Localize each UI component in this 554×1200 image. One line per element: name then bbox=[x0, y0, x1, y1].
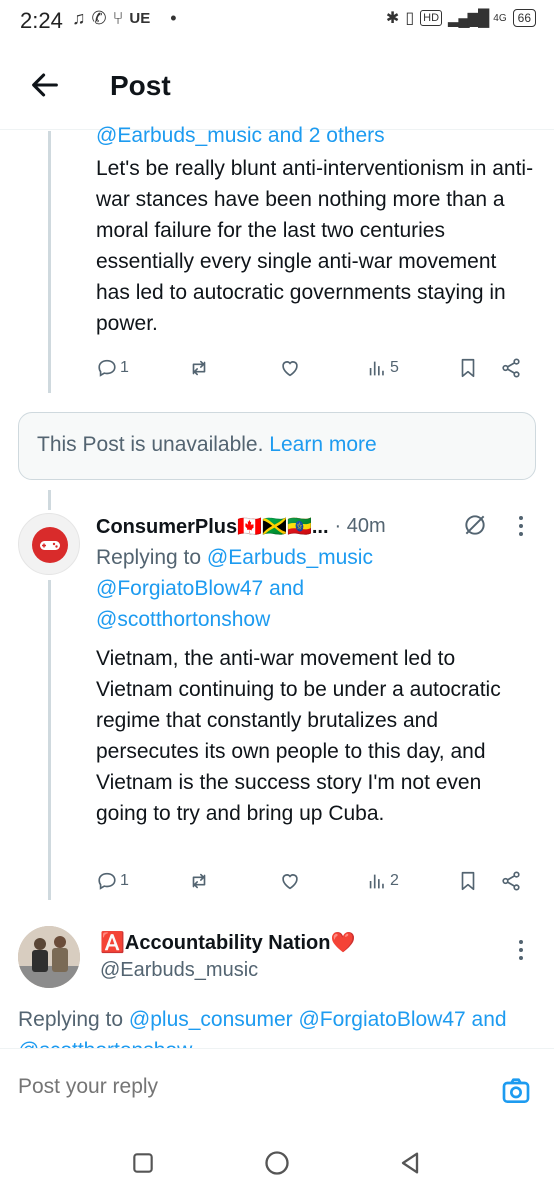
gamepad-icon bbox=[32, 527, 68, 563]
post-2-actions: 1 2 bbox=[96, 868, 526, 894]
reply-count: 1 bbox=[120, 359, 129, 376]
music-icon: ♫ bbox=[72, 8, 86, 28]
reply-count: 1 bbox=[120, 872, 129, 889]
bookmark-button[interactable] bbox=[457, 357, 479, 379]
share-icon bbox=[502, 358, 520, 378]
bookmark-button[interactable] bbox=[457, 870, 479, 892]
share-button[interactable] bbox=[500, 357, 522, 379]
status-time: 2:24 bbox=[20, 8, 63, 33]
repost-icon bbox=[192, 873, 206, 889]
repost-button[interactable] bbox=[188, 357, 210, 379]
author-handle[interactable]: @Earbuds_music bbox=[100, 956, 520, 984]
bookmark-icon bbox=[461, 358, 475, 378]
post-3: 🅰️Accountability Nation❤️ @Earbuds_music bbox=[100, 930, 520, 984]
reply-icon bbox=[98, 359, 116, 377]
avatar[interactable] bbox=[18, 513, 80, 575]
views-count: 5 bbox=[390, 359, 399, 376]
unavailable-text: This Post is unavailable. bbox=[37, 433, 270, 456]
views-icon bbox=[369, 361, 384, 376]
author-name[interactable]: 🅰️Accountability Nation❤️ bbox=[100, 930, 520, 956]
views-button[interactable]: 2 bbox=[366, 870, 399, 892]
post-1: @Earbuds_music and 2 others Let's be rea… bbox=[96, 122, 536, 339]
like-icon bbox=[282, 361, 298, 377]
reply-button[interactable]: 1 bbox=[96, 357, 129, 379]
recent-apps-icon[interactable] bbox=[130, 1150, 156, 1176]
status-system-icons: ✱ ▯ HD ▂▄▆█ 4G 66 bbox=[386, 8, 536, 28]
more-icon[interactable] bbox=[517, 514, 525, 538]
reply-icon bbox=[98, 872, 116, 890]
carrier-label: UE bbox=[129, 10, 151, 27]
post-1-actions: 1 5 bbox=[96, 355, 526, 381]
views-button[interactable]: 5 bbox=[366, 357, 399, 379]
repost-icon bbox=[192, 360, 206, 376]
learn-more-link[interactable]: Learn more bbox=[269, 433, 376, 456]
post-time: · 40m bbox=[334, 514, 386, 537]
post-1-text: Let's be really blunt anti-interventioni… bbox=[96, 157, 534, 335]
status-dot: • bbox=[170, 8, 177, 28]
post-1-mentions[interactable]: @Earbuds_music and 2 others bbox=[96, 122, 536, 150]
avatar[interactable] bbox=[18, 926, 80, 988]
more-icon[interactable] bbox=[517, 938, 525, 962]
like-button[interactable] bbox=[279, 357, 301, 379]
post-2: ConsumerPlus🇨🇦🇯🇲🇪🇹... · 40m Replying to … bbox=[96, 512, 536, 829]
system-nav-bar bbox=[0, 1132, 554, 1200]
status-notification-icons: ♫ ✆ ⑂ UE • bbox=[72, 8, 177, 29]
replying-to-prefix: Replying to bbox=[18, 1008, 129, 1031]
signal-icon: ▂▄▆█ bbox=[448, 10, 489, 27]
battery-icon: 66 bbox=[512, 9, 536, 27]
chair-icon: ⑂ bbox=[112, 8, 124, 28]
reply-button[interactable]: 1 bbox=[96, 870, 129, 892]
avatar-photo bbox=[18, 926, 80, 988]
reply-input[interactable] bbox=[18, 1075, 458, 1099]
bluetooth-icon: ✱ bbox=[385, 10, 400, 27]
thread-line bbox=[48, 490, 51, 510]
post-2-text: Vietnam, the anti-war movement led to Vi… bbox=[96, 647, 501, 825]
repost-button[interactable] bbox=[188, 870, 210, 892]
share-button[interactable] bbox=[500, 870, 522, 892]
thread-line bbox=[48, 580, 51, 900]
bookmark-icon bbox=[461, 871, 475, 891]
like-button[interactable] bbox=[279, 870, 301, 892]
author-name[interactable]: ConsumerPlus🇨🇦🇯🇲🇪🇹... bbox=[96, 514, 329, 539]
status-bar: 2:24 ♫ ✆ ⑂ UE • ✱ ▯ HD ▂▄▆█ 4G 66 bbox=[0, 0, 554, 44]
vibrate-icon: ▯ bbox=[405, 10, 415, 27]
network-label: 4G bbox=[493, 12, 507, 24]
share-icon bbox=[502, 871, 520, 891]
page-title: Post bbox=[110, 70, 171, 101]
like-icon bbox=[282, 874, 298, 890]
back-arrow-icon[interactable] bbox=[28, 68, 62, 102]
thread-line bbox=[48, 131, 51, 393]
camera-icon[interactable] bbox=[500, 1075, 532, 1107]
unavailable-post-notice: This Post is unavailable. Learn more bbox=[18, 412, 536, 480]
header: Post bbox=[0, 44, 554, 130]
whatsapp-icon: ✆ bbox=[91, 8, 107, 28]
hd-badge: HD bbox=[420, 10, 443, 26]
views-count: 2 bbox=[390, 872, 399, 889]
replying-to-prefix: Replying to bbox=[96, 546, 207, 569]
home-icon[interactable] bbox=[263, 1149, 291, 1177]
reply-bar bbox=[0, 1048, 554, 1132]
grok-icon[interactable] bbox=[462, 512, 488, 538]
replying-to: Replying to @Earbuds_music @ForgiatoBlow… bbox=[96, 542, 416, 635]
views-icon bbox=[369, 874, 384, 889]
back-nav-icon[interactable] bbox=[396, 1149, 424, 1177]
